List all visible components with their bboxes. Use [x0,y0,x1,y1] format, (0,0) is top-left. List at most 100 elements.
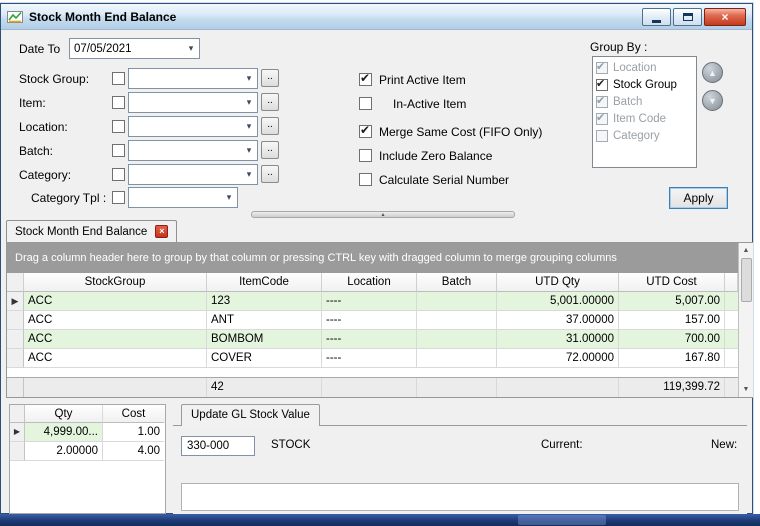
group-by-drop-zone[interactable]: Drag a column header here to group by th… [7,243,738,273]
maximize-button[interactable] [673,8,702,26]
batch-combobox[interactable]: ▾ [128,140,258,161]
print-active-item-checkbox[interactable] [359,73,372,86]
apply-button[interactable]: Apply [669,187,728,209]
tab-stock-month-end-balance[interactable]: Stock Month End Balance × [6,220,177,242]
maximize-icon [683,13,693,21]
batch-checkbox[interactable] [112,144,125,157]
filter-row-category-tpl: Category Tpl : ▾ [1,187,301,209]
item-label: Item: [19,96,46,110]
item-browse-button[interactable]: .. [261,93,279,111]
date-to-label: Date To [19,42,60,56]
group-by-item-code-checkbox[interactable] [596,113,608,125]
batch-label: Batch: [19,144,53,158]
option-calculate-serial-number[interactable]: Calculate Serial Number [359,172,509,187]
column-header-cost[interactable]: Cost [103,405,164,423]
category-tpl-checkbox[interactable] [112,191,125,204]
scroll-down-icon[interactable]: ▼ [739,382,753,397]
stock-group-checkbox[interactable] [112,72,125,85]
option-include-zero-balance[interactable]: Include Zero Balance [359,148,492,163]
window-controls: × [640,8,746,26]
group-by-item-category[interactable]: Category [593,127,696,144]
group-by-item-stock-group[interactable]: Stock Group [593,76,696,93]
filter-row-location: Location: ▾ .. [1,116,301,138]
splitter-handle[interactable]: ▴ [251,211,515,218]
column-header-itemcode[interactable]: ItemCode [207,273,322,292]
item-checkbox[interactable] [112,96,125,109]
option-print-active-item[interactable]: Print Active Item [359,72,466,87]
column-header-batch[interactable]: Batch [417,273,497,292]
footer-total-cost: 119,399.72 [619,378,725,397]
merge-same-cost-checkbox[interactable] [359,125,372,138]
chevron-down-icon[interactable]: ▾ [183,43,199,54]
current-row-indicator: ▶ [7,292,24,311]
group-by-item-batch[interactable]: Batch [593,93,696,110]
group-by-location-checkbox[interactable] [596,62,608,74]
row-indicator-header [7,273,24,292]
scroll-thumb[interactable] [741,258,752,302]
table-row[interactable]: ACC BOMBOM ---- 31.00000 700.00 [7,330,738,349]
table-row[interactable]: ACC ANT ---- 37.00000 157.00 [7,311,738,330]
chevron-down-icon[interactable]: ▾ [241,145,257,156]
group-by-stock-group-checkbox[interactable] [596,79,608,91]
table-row[interactable]: ACC COVER ---- 72.00000 167.80 [7,349,738,368]
move-up-button[interactable]: ▲ [702,62,723,83]
tab-close-icon: × [159,227,164,236]
option-merge-same-cost[interactable]: Merge Same Cost (FIFO Only) [359,124,542,139]
stock-group-label: Stock Group: [19,72,89,86]
minimize-button[interactable] [642,8,671,26]
table-row[interactable]: ▶ ACC 123 ---- 5,001.00000 5,007.00 [7,292,738,311]
include-zero-balance-checkbox[interactable] [359,149,372,162]
option-inactive-item[interactable]: In-Active Item [359,96,466,111]
category-tpl-combobox[interactable]: ▾ [128,187,238,208]
category-combobox[interactable]: ▾ [128,164,258,185]
column-header-stockgroup[interactable]: StockGroup [24,273,207,292]
title-bar[interactable]: Stock Month End Balance × [1,4,752,30]
gl-account-field[interactable]: 330-000 [181,436,255,456]
calculate-serial-number-checkbox[interactable] [359,173,372,186]
group-by-item-item-code[interactable]: Item Code [593,110,696,127]
list-item[interactable]: 2.00000 4.00 [10,442,165,461]
chevron-down-icon[interactable]: ▾ [241,121,257,132]
location-combobox[interactable]: ▾ [128,116,258,137]
gl-new-label: New: [711,439,737,451]
chevron-down-icon[interactable]: ▾ [221,192,237,203]
category-label: Category: [19,168,71,182]
footer-row-count: 42 [207,378,322,397]
tab-close-button[interactable]: × [155,225,168,238]
location-label: Location: [19,120,68,134]
filter-row-stock-group: Stock Group: ▾ .. [1,68,301,90]
group-by-label: Group By : [590,40,647,54]
chevron-down-icon[interactable]: ▾ [241,169,257,180]
close-button[interactable]: × [704,8,746,26]
stock-group-combobox[interactable]: ▾ [128,68,258,89]
location-browse-button[interactable]: .. [261,117,279,135]
inactive-item-checkbox[interactable] [359,97,372,110]
client-area: Date To 07/05/2021 ▾ Stock Group: ▾ .. I… [1,30,752,513]
tab-update-gl-stock-value[interactable]: Update GL Stock Value [181,404,320,426]
stock-group-browse-button[interactable]: .. [261,69,279,87]
taskbar-item[interactable] [518,515,606,525]
column-header-utd-qty[interactable]: UTD Qty [497,273,619,292]
current-row-indicator: ▶ [10,423,25,442]
chevron-down-icon[interactable]: ▾ [241,97,257,108]
column-header-utd-cost[interactable]: UTD Cost [619,273,725,292]
location-checkbox[interactable] [112,120,125,133]
grid-header-row: StockGroup ItemCode Location Batch UTD Q… [7,273,738,292]
move-down-button[interactable]: ▼ [702,90,723,111]
group-by-item-location[interactable]: Location [593,59,696,76]
category-checkbox[interactable] [112,168,125,181]
list-item[interactable]: ▶ 4,999.00... 1.00 [10,423,165,442]
scroll-up-icon[interactable]: ▲ [739,243,753,258]
category-browse-button[interactable]: .. [261,165,279,183]
gl-account-name: STOCK [271,439,310,451]
row-indicator [7,330,24,349]
column-header-qty[interactable]: Qty [25,405,103,423]
batch-browse-button[interactable]: .. [261,141,279,159]
group-by-category-checkbox[interactable] [596,130,608,142]
date-to-combobox[interactable]: 07/05/2021 ▾ [69,38,200,59]
grid-vertical-scrollbar[interactable]: ▲ ▼ [738,243,753,397]
column-header-location[interactable]: Location [322,273,417,292]
item-combobox[interactable]: ▾ [128,92,258,113]
chevron-down-icon[interactable]: ▾ [241,73,257,84]
group-by-batch-checkbox[interactable] [596,96,608,108]
